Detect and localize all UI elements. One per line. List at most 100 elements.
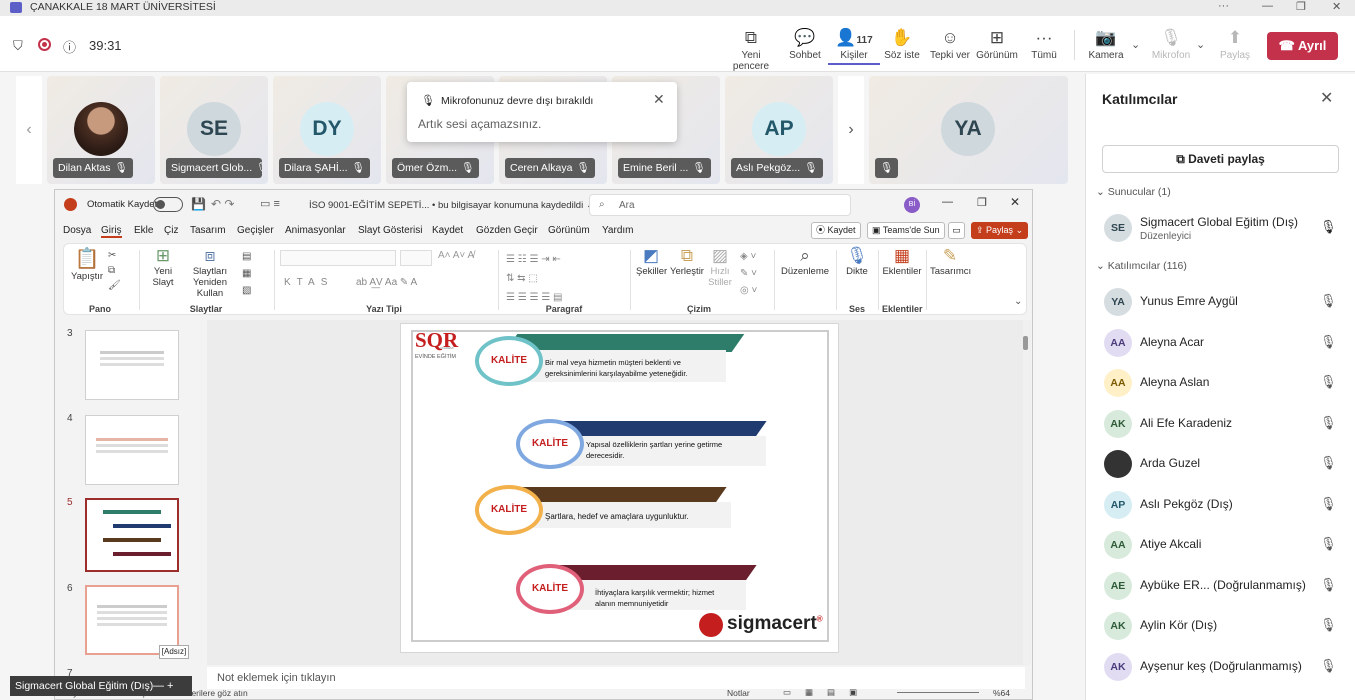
vertical-scrollbar[interactable]	[1023, 320, 1031, 665]
tab-draw[interactable]: Çiz	[164, 225, 178, 236]
participant-row[interactable]: AA Atiye Akcali 🎙	[1102, 526, 1352, 564]
ppt-minimize-button[interactable]: —	[942, 196, 953, 208]
document-title[interactable]: İSO 9001-EĞİTİM SEPETİ... • bu bilgisaya…	[309, 200, 594, 211]
search-input[interactable]: ⌕ Ara	[589, 194, 851, 216]
mic-muted-icon[interactable]: 🎙	[1320, 415, 1337, 431]
tab-home[interactable]: Giriş	[101, 225, 122, 238]
slide-thumbnail[interactable]	[85, 330, 179, 400]
tab-file[interactable]: Dosya	[63, 225, 91, 236]
mic-muted-icon[interactable]: 🎙	[1320, 293, 1337, 309]
ppt-share-button[interactable]: ⇪ Paylaş ⌄	[971, 222, 1029, 239]
gallery-prev-button[interactable]: ‹	[16, 76, 42, 184]
font-color-icons[interactable]: ab A͟V Aa ✎ A	[356, 277, 417, 288]
arrange-button[interactable]: ⧉ Yerleştir	[670, 246, 704, 277]
font-name-input[interactable]	[280, 250, 396, 266]
ppt-restore-button[interactable]: ❐	[977, 196, 987, 209]
user-avatar[interactable]: Bİ	[904, 197, 920, 213]
addins-button[interactable]: ▦ Eklentiler	[882, 246, 922, 277]
tab-animations[interactable]: Animasyonlar	[285, 225, 346, 236]
leave-button[interactable]: ☎ Ayrıl	[1267, 32, 1338, 60]
tab-help[interactable]: Yardım	[602, 225, 634, 236]
mic-muted-icon[interactable]: 🎙	[1320, 577, 1337, 593]
participant-tile[interactable]: DY Dilara ŞAHİ... 🎙	[273, 76, 381, 184]
close-window-button[interactable]: ✕	[1332, 0, 1341, 13]
font-format-icons[interactable]: KTAS	[284, 277, 333, 288]
tab-review[interactable]: Gözden Geçir	[476, 225, 538, 236]
microphone-button[interactable]: 🎙 Mikrofon	[1145, 28, 1197, 61]
more-options-icon[interactable]: ···	[1218, 0, 1229, 12]
tab-record[interactable]: Kaydet	[432, 225, 463, 236]
participant-row[interactable]: AK Ayşenur keş (Doğrulanmamış) 🎙	[1102, 648, 1352, 686]
raise-hand-button[interactable]: ✋ Söz iste	[876, 28, 928, 61]
mic-muted-icon[interactable]: 🎙	[1320, 455, 1337, 471]
shapes-button[interactable]: ◩ Şekiller	[636, 246, 667, 277]
view-mode-icons[interactable]: ▭▦▤▣	[783, 687, 871, 698]
ppt-close-button[interactable]: ✕	[1010, 195, 1020, 209]
share-button[interactable]: ⬆ Paylaş	[1209, 28, 1261, 61]
more-button[interactable]: ··· Tümü	[1018, 28, 1070, 61]
clipboard-small-icons[interactable]: ✂ ⧉ 🖌	[108, 248, 121, 293]
quick-styles-button[interactable]: ▨ Hızlı Stiller	[706, 246, 734, 288]
ribbon-collapse-icon[interactable]: ⌄	[1014, 296, 1022, 307]
notes-toggle[interactable]: Notlar	[727, 688, 750, 698]
current-slide[interactable]: SQR AKADEMİ EVİNDE EĞİTİM KALİTE Bir mal…	[400, 323, 839, 653]
mic-chevron-icon[interactable]: ⌄	[1196, 38, 1205, 51]
participant-row[interactable]: AE Aybüke ER... (Doğrulanmamış) 🎙	[1102, 567, 1352, 605]
new-window-button[interactable]: ⧉ Yeni pencere	[724, 28, 778, 72]
designer-button[interactable]: ✎ Tasarımcı	[930, 246, 971, 277]
slide-thumbnail-selected[interactable]	[85, 498, 179, 572]
recording-icon[interactable]	[38, 38, 51, 51]
shape-fill-icons[interactable]: ◈ ˅ ✎ ˅ ◎ ˅	[740, 248, 757, 299]
share-invite-button[interactable]: ⧉ Daveti paylaş	[1102, 145, 1339, 173]
minimize-button[interactable]: —	[1262, 0, 1273, 12]
mic-muted-icon[interactable]: 🎙	[1320, 536, 1337, 552]
tab-transitions[interactable]: Geçişler	[237, 225, 274, 236]
tab-slideshow[interactable]: Slayt Gösterisi	[358, 225, 422, 236]
tab-design[interactable]: Tasarım	[190, 225, 226, 236]
present-in-teams-button[interactable]: ▣ Teams'de Sun	[867, 222, 945, 239]
camera-button[interactable]: 📷 Kamera	[1080, 28, 1132, 61]
layout-icons[interactable]: ▤ ▦ ▧	[242, 248, 251, 299]
zoom-slider[interactable]	[897, 692, 979, 693]
save-icon[interactable]: 💾	[191, 197, 206, 211]
participant-row[interactable]: AK Aylin Kör (Dış) 🎙	[1102, 607, 1352, 645]
gallery-next-button[interactable]: ›	[838, 76, 864, 184]
participant-row[interactable]: Arda Guzel 🎙	[1102, 445, 1352, 483]
mic-on-icon[interactable]: 🎙	[1320, 219, 1337, 235]
reuse-slides-button[interactable]: ⧈ Slaytları Yeniden Kullan	[182, 246, 238, 299]
zoom-level[interactable]: %64	[993, 688, 1010, 698]
participant-row[interactable]: AA Aleyna Acar 🎙	[1102, 324, 1352, 362]
slide-thumbnail[interactable]	[85, 415, 179, 485]
mic-muted-icon[interactable]: 🎙	[1320, 658, 1337, 674]
record-button[interactable]: ⦿ Kaydet	[811, 222, 861, 239]
toast-close-icon[interactable]: ✕	[653, 91, 665, 108]
people-button[interactable]: 👤117 Kişiler	[828, 28, 880, 65]
paste-button[interactable]: 📋 Yapıştır	[68, 246, 106, 282]
participant-tile[interactable]: SE Sigmacert Glob...🎙	[160, 76, 268, 184]
editing-button[interactable]: ⌕ Düzenleme	[780, 246, 830, 277]
undo-icon[interactable]: ↶ ↷	[211, 197, 234, 211]
paragraph-icons[interactable]: ☰ ☷ ☰ ⇥ ⇤ ⇅ ⇆ ⬚ ☰ ☰ ☰ ☰ ▤	[506, 250, 562, 307]
chat-button[interactable]: 💬 Sohbet	[779, 28, 831, 61]
tab-view[interactable]: Görünüm	[548, 225, 590, 236]
mic-muted-icon[interactable]: 🎙	[1320, 617, 1337, 633]
shield-icon[interactable]: ⛉	[13, 38, 23, 54]
font-size-icons[interactable]: A˄ A˅ A̸	[438, 250, 474, 261]
participant-tile[interactable]: YA 🎙	[869, 76, 1068, 184]
present-icon[interactable]: ▭ ≡	[260, 197, 280, 210]
participant-row[interactable]: AP Aslı Pekgöz (Dış) 🎙	[1102, 486, 1352, 524]
mic-muted-icon[interactable]: 🎙	[1320, 374, 1337, 390]
participant-row[interactable]: AA Aleyna Aslan 🎙	[1102, 364, 1352, 402]
mic-muted-icon[interactable]: 🎙	[1320, 496, 1337, 512]
autosave-toggle[interactable]	[153, 197, 183, 212]
presenters-header[interactable]: ⌄ Sunucular (1)	[1096, 186, 1171, 198]
presenter-row[interactable]: SE Sigmacert Global Eğitim (Dış) Düzenle…	[1102, 209, 1352, 247]
participant-row[interactable]: YA Yunus Emre Aygül 🎙	[1102, 283, 1352, 321]
camera-chevron-icon[interactable]: ⌄	[1131, 38, 1140, 51]
new-slide-button[interactable]: ⊞ Yeni Slayt	[146, 246, 180, 288]
attendees-header[interactable]: ⌄ Katılımcılar (116)	[1096, 260, 1187, 272]
dictate-button[interactable]: 🎙 Dikte	[842, 246, 872, 277]
tab-insert[interactable]: Ekle	[134, 225, 153, 236]
panel-close-icon[interactable]: ✕	[1320, 88, 1333, 108]
participant-tile[interactable]: AP Aslı Pekgöz... 🎙	[725, 76, 833, 184]
